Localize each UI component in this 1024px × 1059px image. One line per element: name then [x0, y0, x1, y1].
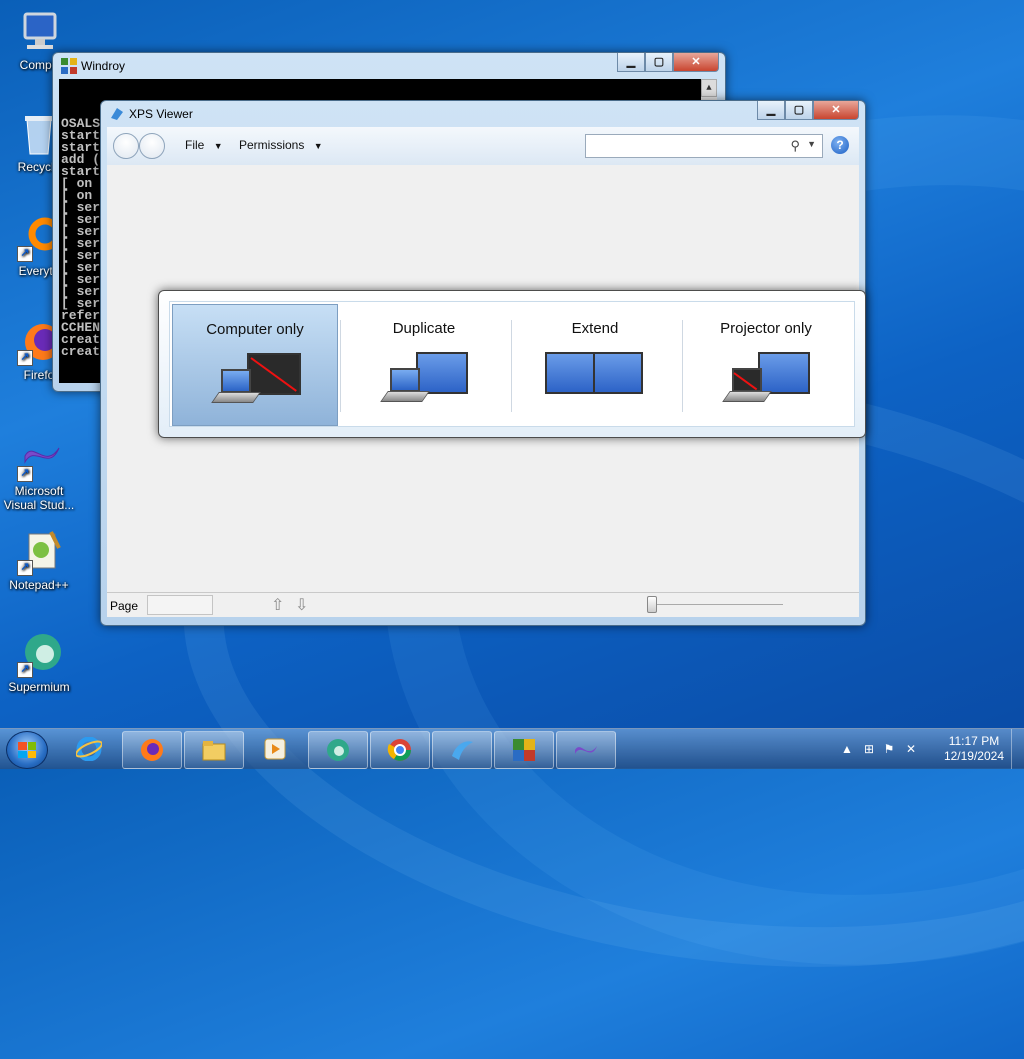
firefox-icon — [141, 739, 163, 761]
status-bar: Page ⇧ ⇩ — [107, 592, 859, 617]
network-icon[interactable]: ⊞ — [862, 742, 876, 756]
menu-file[interactable]: File ▼ — [185, 138, 223, 152]
media-player-icon — [264, 738, 286, 760]
desktop-icon-notepad-plus-plus[interactable]: ↗ Notepad++ — [0, 528, 78, 592]
desktop-icon-label: Microsoft Visual Stud... — [3, 484, 75, 512]
option-divider — [340, 320, 341, 412]
notepad-plus-plus-icon: ↗ — [15, 528, 63, 576]
menu-permissions[interactable]: Permissions ▼ — [239, 138, 323, 152]
volume-muted-icon[interactable]: ✕ — [904, 742, 918, 756]
taskbar-visual-studio[interactable] — [556, 731, 616, 769]
search-input[interactable]: ⚲ ▼ — [585, 134, 823, 158]
internet-explorer-icon — [76, 737, 102, 761]
system-tray: ▲ ⊞ ⚑ ✕ 11:17 PM 12/19/2024 — [834, 729, 1024, 769]
xps-toolbar: File ▼ Permissions ▼ ⚲ ▼ ? — [107, 127, 859, 166]
explorer-folder-icon — [202, 741, 226, 761]
action-center-flag-icon[interactable]: ⚑ — [882, 742, 896, 756]
menu-file-label: File — [185, 138, 205, 152]
option-divider — [511, 320, 512, 412]
option-computer-only[interactable]: Computer only — [172, 304, 338, 426]
display-options: Computer only Duplicate Extend Projector… — [169, 301, 855, 427]
page-label: Page — [110, 599, 139, 613]
shortcut-arrow-icon: ↗ — [17, 560, 33, 576]
show-desktop-button[interactable] — [1011, 729, 1024, 769]
taskbar-firefox[interactable] — [122, 731, 182, 769]
desktop-icon-label: Notepad++ — [9, 578, 69, 592]
clock[interactable]: 11:17 PM 12/19/2024 — [944, 734, 1004, 764]
previous-page-arrow-icon[interactable]: ⇧ — [271, 595, 284, 615]
taskbar-xps-viewer[interactable] — [432, 731, 492, 769]
page-number-input[interactable] — [147, 595, 213, 615]
taskbar-chrome[interactable] — [370, 731, 430, 769]
chevron-down-icon: ▼ — [213, 141, 223, 151]
maximize-button[interactable]: ▢ — [785, 101, 813, 120]
option-duplicate[interactable]: Duplicate — [342, 304, 506, 424]
close-button[interactable]: ✕ — [813, 101, 859, 120]
windroy-app-icon — [61, 58, 77, 74]
laptop-icon — [380, 368, 430, 406]
back-button[interactable] — [113, 133, 139, 159]
monitor-right-icon — [593, 352, 643, 394]
xps-viewer-icon — [452, 741, 473, 760]
minimize-button[interactable]: ▁ — [757, 101, 785, 120]
help-icon[interactable]: ? — [831, 136, 849, 154]
laptop-icon — [211, 369, 261, 407]
taskbar-windroy[interactable] — [494, 731, 554, 769]
taskbar: ▲ ⊞ ⚑ ✕ 11:17 PM 12/19/2024 — [0, 728, 1024, 769]
search-icon[interactable]: ⚲ — [790, 138, 800, 154]
chrome-icon — [387, 739, 411, 761]
windroy-titlebar[interactable]: Windroy ▁ ▢ ✕ — [53, 53, 725, 79]
supermium-icon: ↗ — [15, 630, 63, 678]
xps-titlebar[interactable]: XPS Viewer ▁ ▢ ✕ — [101, 101, 865, 127]
scroll-up-icon[interactable]: ▲ — [701, 79, 717, 97]
computer-icon — [15, 8, 63, 56]
option-projector-only[interactable]: Projector only — [684, 304, 848, 424]
zoom-slider-thumb[interactable] — [647, 596, 657, 613]
option-extend[interactable]: Extend — [513, 304, 677, 424]
windows-logo-icon — [18, 742, 36, 758]
maximize-button[interactable]: ▢ — [645, 53, 673, 72]
desktop-icon-visual-studio[interactable]: ↗ Microsoft Visual Stud... — [0, 434, 78, 512]
shortcut-arrow-icon: ↗ — [17, 466, 33, 482]
desktop-icon-label: Supermium — [8, 680, 70, 694]
visual-studio-icon — [575, 746, 597, 754]
taskbar-explorer[interactable] — [184, 731, 244, 769]
option-label: Computer only — [206, 321, 304, 338]
shortcut-arrow-icon: ↗ — [17, 246, 33, 262]
option-label: Projector only — [720, 320, 812, 337]
windroy-icon — [513, 739, 535, 761]
windroy-title: Windroy — [81, 59, 126, 73]
desktop-icon-supermium[interactable]: ↗ Supermium — [0, 630, 78, 694]
shortcut-arrow-icon: ↗ — [17, 662, 33, 678]
clock-date: 12/19/2024 — [943, 749, 1004, 763]
start-button[interactable] — [6, 731, 48, 769]
monitor-left-icon — [545, 352, 595, 394]
taskbar-media-player[interactable] — [246, 731, 304, 767]
next-page-arrow-icon[interactable]: ⇩ — [295, 595, 308, 615]
forward-button[interactable] — [139, 133, 165, 159]
clock-time: 11:17 PM — [948, 734, 1000, 748]
option-label: Duplicate — [392, 320, 456, 337]
menu-permissions-label: Permissions — [239, 138, 305, 152]
option-divider — [682, 320, 683, 412]
laptop-off-icon — [722, 368, 772, 406]
xps-app-icon — [109, 106, 125, 122]
visual-studio-icon: ↗ — [15, 434, 63, 482]
show-hidden-icons-icon[interactable]: ▲ — [840, 742, 854, 756]
taskbar-supermium[interactable] — [308, 731, 368, 769]
display-switch-dialog: Computer only Duplicate Extend Projector… — [158, 290, 866, 438]
supermium-icon — [327, 739, 349, 761]
xps-title: XPS Viewer — [129, 107, 193, 121]
close-button[interactable]: ✕ — [673, 53, 719, 72]
shortcut-arrow-icon: ↗ — [17, 350, 33, 366]
chevron-down-icon[interactable]: ▼ — [807, 139, 816, 149]
chevron-down-icon: ▼ — [313, 141, 323, 151]
option-label: Extend — [571, 320, 619, 337]
taskbar-internet-explorer[interactable] — [60, 731, 118, 767]
zoom-slider-track[interactable] — [653, 604, 783, 605]
minimize-button[interactable]: ▁ — [617, 53, 645, 72]
